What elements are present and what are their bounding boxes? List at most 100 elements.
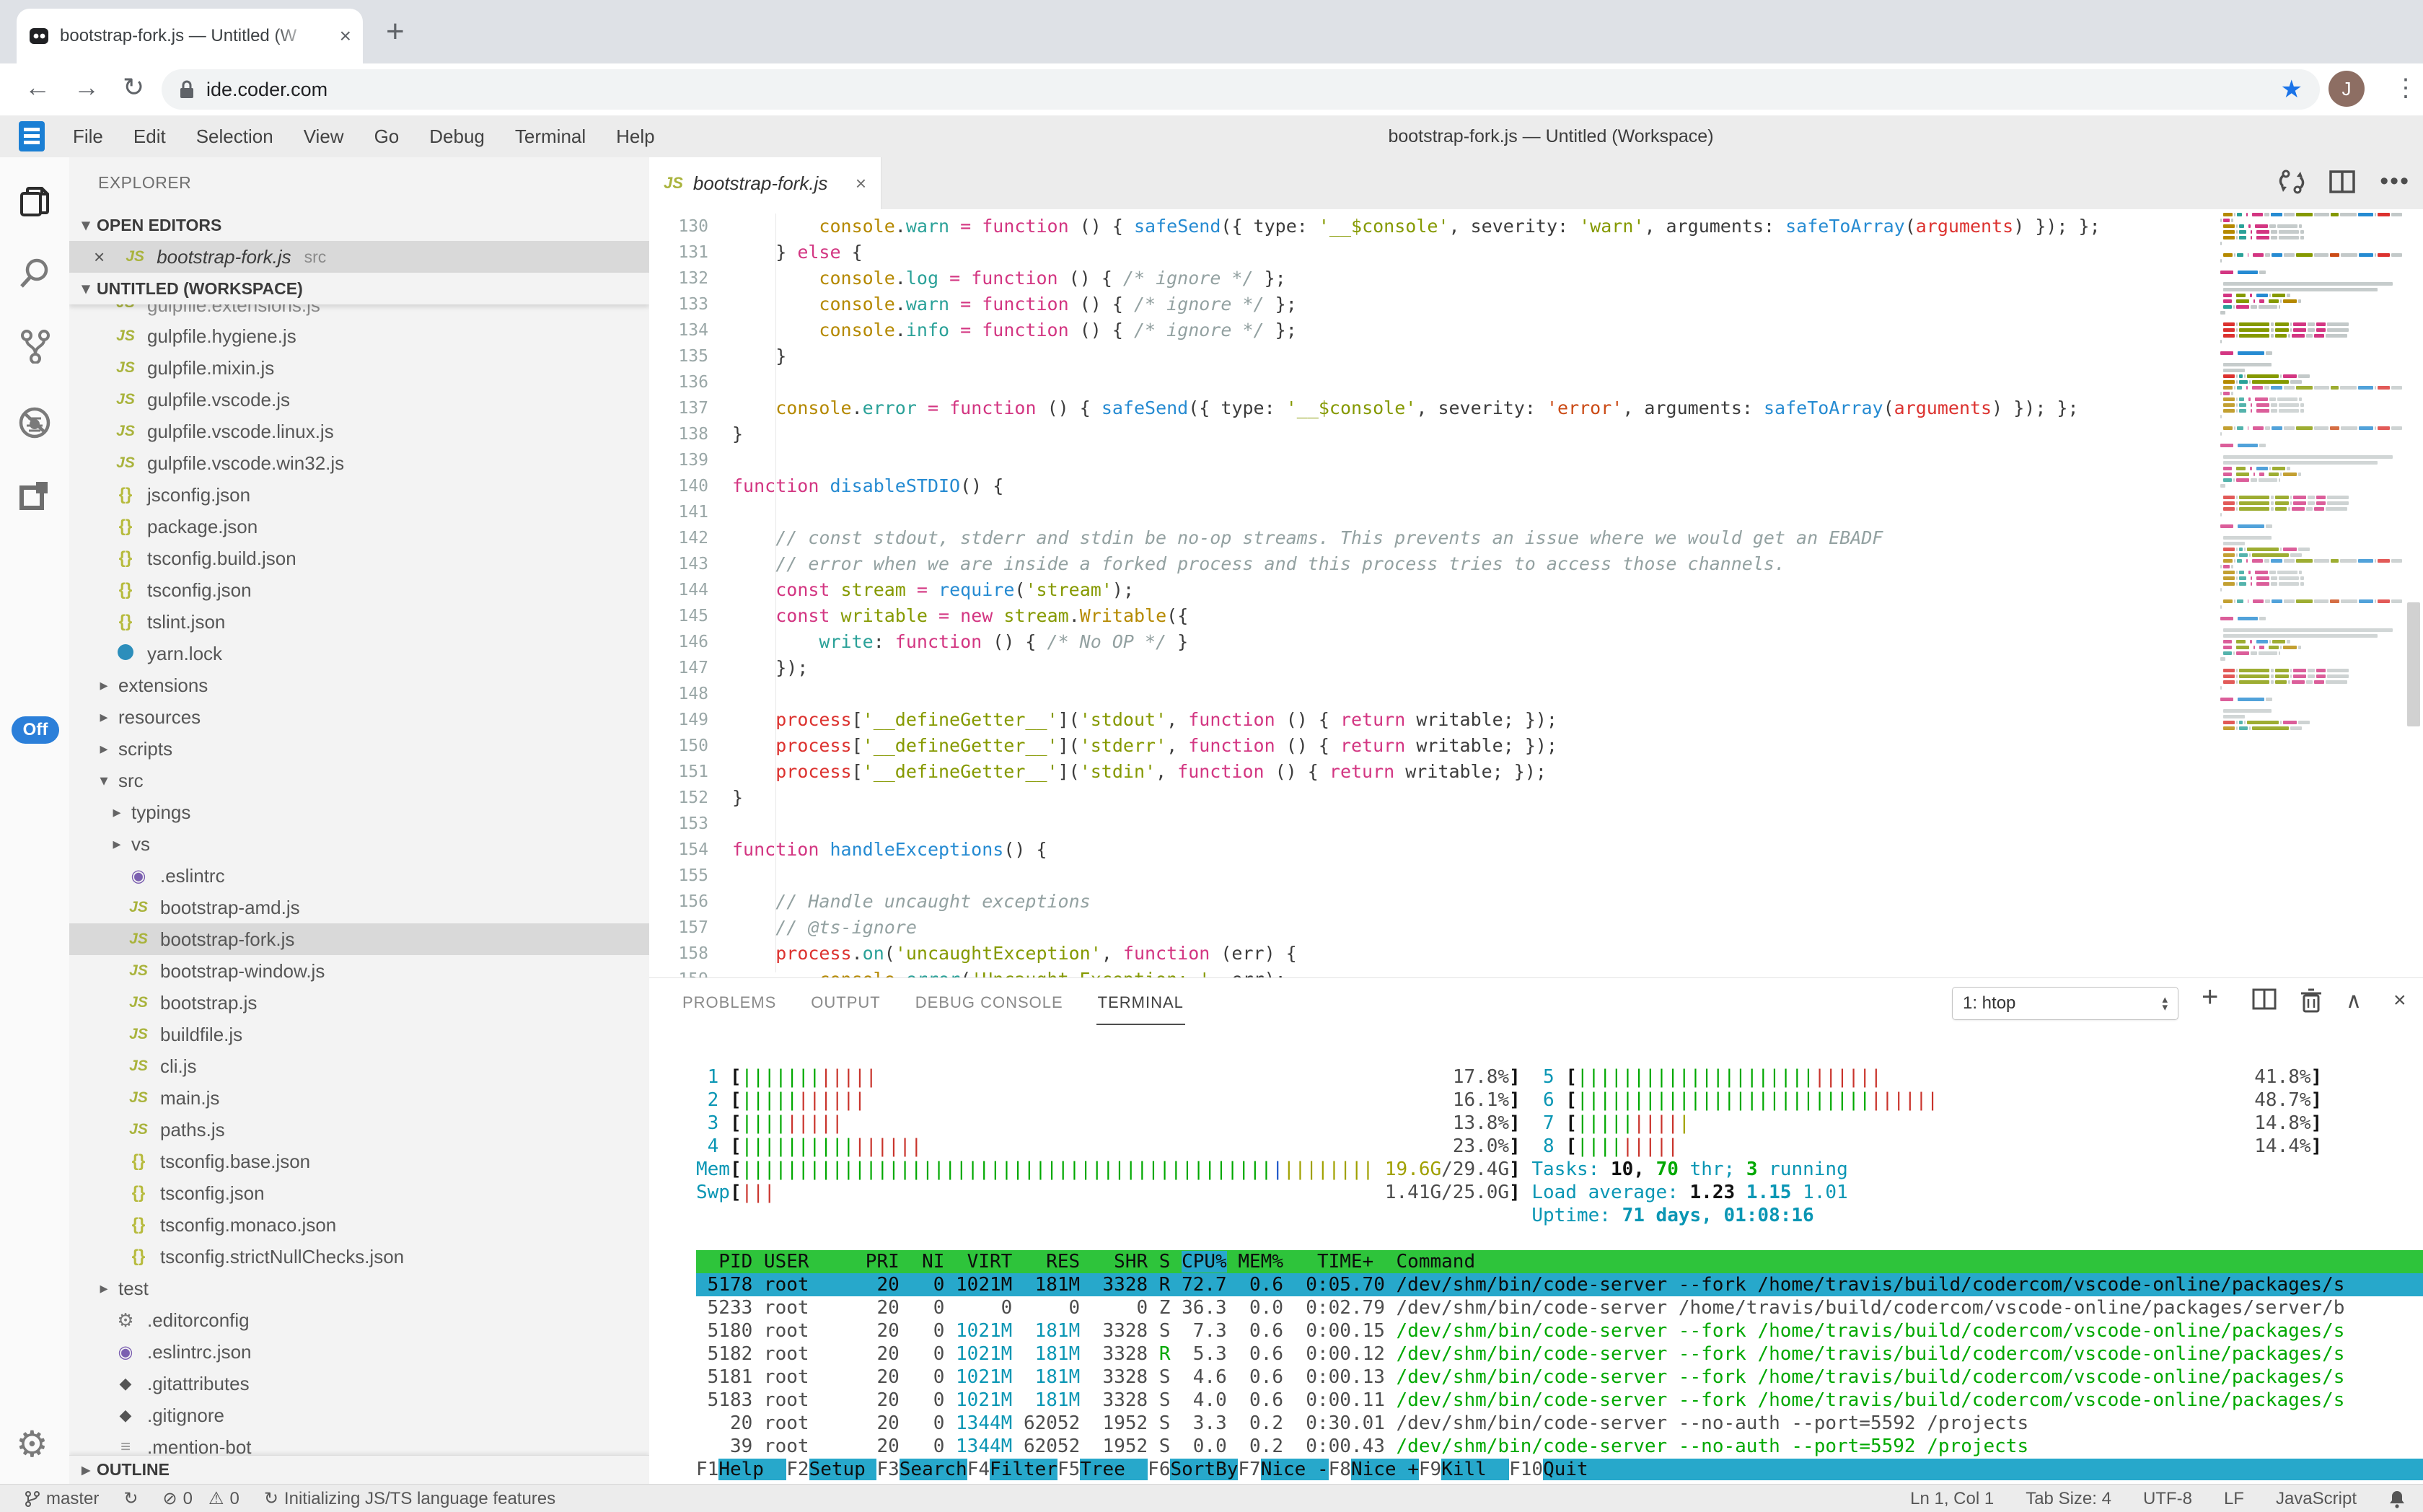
tree-item-gulpfile.mixin.js[interactable]: JSgulpfile.mixin.js bbox=[69, 352, 649, 384]
outline-section[interactable]: ▸ OUTLINE bbox=[69, 1455, 649, 1484]
status-lf[interactable]: LF bbox=[2224, 1489, 2244, 1509]
tree-item-tsconfig.monaco.json[interactable]: {}tsconfig.monaco.json bbox=[69, 1209, 649, 1241]
tree-item-typings[interactable]: ▸typings bbox=[69, 796, 649, 828]
tree-item-tsconfig.build.json[interactable]: {}tsconfig.build.json bbox=[69, 542, 649, 574]
maximize-panel-icon[interactable]: ∧ bbox=[2346, 988, 2362, 1014]
open-editor-item[interactable]: × JS bootstrap-fork.js src bbox=[69, 241, 649, 273]
new-terminal-icon[interactable]: + bbox=[2202, 981, 2218, 1014]
new-tab-button[interactable]: + bbox=[386, 16, 405, 48]
browser-avatar[interactable]: J bbox=[2329, 71, 2365, 107]
tree-item-bootstrap-window.js[interactable]: JSbootstrap-window.js bbox=[69, 955, 649, 987]
problems-item[interactable]: ⊘0 ⚠0 bbox=[162, 1488, 239, 1509]
workspace-header[interactable]: ▾ UNTITLED (WORKSPACE) bbox=[69, 273, 649, 304]
tree-item-gulpfile.vscode.linux.js[interactable]: JSgulpfile.vscode.linux.js bbox=[69, 416, 649, 447]
tree-item-.eslintrc.json[interactable]: ◉.eslintrc.json bbox=[69, 1336, 649, 1368]
settings-gear-icon[interactable]: ⚙ bbox=[16, 1423, 48, 1465]
status-utf-8[interactable]: UTF-8 bbox=[2143, 1489, 2192, 1509]
app-logo-icon[interactable] bbox=[19, 121, 45, 151]
menu-help[interactable]: Help bbox=[601, 126, 669, 148]
tree-item-tsconfig.strictNullChecks.json[interactable]: {}tsconfig.strictNullChecks.json bbox=[69, 1241, 649, 1273]
panel-tab-terminal[interactable]: TERMINAL bbox=[1096, 982, 1185, 1025]
tree-item-scripts[interactable]: ▸scripts bbox=[69, 733, 649, 765]
status-javascript[interactable]: JavaScript bbox=[2276, 1489, 2357, 1509]
git-branch-item[interactable]: master bbox=[25, 1489, 99, 1509]
menu-file[interactable]: File bbox=[58, 126, 118, 148]
search-icon[interactable] bbox=[17, 255, 52, 290]
tree-item-label: buildfile.js bbox=[160, 1024, 242, 1046]
tree-item-main.js[interactable]: JSmain.js bbox=[69, 1082, 649, 1114]
tree-item-tslint.json[interactable]: {}tslint.json bbox=[69, 606, 649, 638]
close-panel-icon[interactable]: × bbox=[2393, 988, 2406, 1013]
tree-item-bootstrap-fork.js[interactable]: JSbootstrap-fork.js bbox=[69, 923, 649, 955]
close-icon[interactable]: × bbox=[856, 172, 866, 195]
tree-item-bootstrap.js[interactable]: JSbootstrap.js bbox=[69, 987, 649, 1019]
tree-item-paths.js[interactable]: JSpaths.js bbox=[69, 1114, 649, 1146]
tree-item-bootstrap-amd.js[interactable]: JSbootstrap-amd.js bbox=[69, 892, 649, 923]
tree-item-buildfile.js[interactable]: JSbuildfile.js bbox=[69, 1019, 649, 1050]
code-editor[interactable]: 130 console.warn = function () { safeSen… bbox=[649, 209, 2423, 977]
tree-item-tsconfig.json[interactable]: {}tsconfig.json bbox=[69, 1177, 649, 1209]
menu-go[interactable]: Go bbox=[359, 126, 415, 148]
chevron-down-icon: ▾ bbox=[94, 771, 114, 790]
tree-item-package.json[interactable]: {}package.json bbox=[69, 511, 649, 542]
status-tab-size-4[interactable]: Tab Size: 4 bbox=[2026, 1489, 2111, 1509]
kill-terminal-icon[interactable] bbox=[2300, 988, 2323, 1013]
editor-scrollbar[interactable] bbox=[2407, 602, 2420, 726]
tree-item-gulpfile.hygiene.js[interactable]: JSgulpfile.hygiene.js bbox=[69, 320, 649, 352]
tree-item-.gitattributes[interactable]: ◆.gitattributes bbox=[69, 1368, 649, 1399]
terminal[interactable]: 1 [|||||||||||| 17.8%] 5 [||||||||||||||… bbox=[696, 1065, 2423, 1484]
tree-item-vs[interactable]: ▸vs bbox=[69, 828, 649, 860]
tree-item-yarn.lock[interactable]: yarn.lock bbox=[69, 638, 649, 669]
tree-item-gulpfile.extensions.js[interactable]: JSgulpfile.extensions.js bbox=[69, 304, 649, 320]
back-icon[interactable]: ← bbox=[25, 72, 50, 102]
bell-icon[interactable] bbox=[2388, 1490, 2406, 1508]
open-changes-icon[interactable] bbox=[2279, 169, 2305, 195]
menu-view[interactable]: View bbox=[289, 126, 359, 148]
bottom-panel: PROBLEMS OUTPUT DEBUG CONSOLE TERMINAL 1: h… bbox=[649, 977, 2423, 1485]
reload-icon[interactable]: ↻ bbox=[123, 72, 144, 102]
language-status-item[interactable]: ↻ Initializing JS/TS language features bbox=[264, 1488, 555, 1509]
panel-tab-debug-console[interactable]: DEBUG CONSOLE bbox=[914, 982, 1065, 1025]
collaboration-off-badge[interactable]: Off bbox=[12, 716, 59, 744]
tree-item-tsconfig.json[interactable]: {}tsconfig.json bbox=[69, 574, 649, 606]
split-editor-icon[interactable] bbox=[2329, 170, 2355, 193]
status-ln-1-col-1[interactable]: Ln 1, Col 1 bbox=[1910, 1489, 1994, 1509]
extensions-icon[interactable] bbox=[17, 478, 52, 512]
menu-debug[interactable]: Debug bbox=[414, 126, 500, 148]
tree-item-extensions[interactable]: ▸extensions bbox=[69, 669, 649, 701]
forward-icon[interactable]: → bbox=[74, 72, 100, 102]
address-bar[interactable]: ide.coder.com ★ bbox=[162, 69, 2320, 110]
browser-tab[interactable]: bootstrap-fork.js — Untitled (W × bbox=[17, 9, 363, 63]
tree-item-tsconfig.base.json[interactable]: {}tsconfig.base.json bbox=[69, 1146, 649, 1177]
source-control-icon[interactable] bbox=[17, 329, 52, 364]
menu-edit[interactable]: Edit bbox=[118, 126, 181, 148]
open-editors-header[interactable]: ▾ OPEN EDITORS bbox=[69, 209, 649, 241]
tree-item-.eslintrc[interactable]: ◉.eslintrc bbox=[69, 860, 649, 892]
tree-item-.editorconfig[interactable]: ⚙.editorconfig bbox=[69, 1304, 649, 1336]
tab-close-icon[interactable]: × bbox=[340, 25, 351, 48]
tree-item-jsconfig.json[interactable]: {}jsconfig.json bbox=[69, 479, 649, 511]
bookmark-star-icon[interactable]: ★ bbox=[2281, 75, 2303, 104]
menu-terminal[interactable]: Terminal bbox=[500, 126, 601, 148]
menu-selection[interactable]: Selection bbox=[181, 126, 289, 148]
tree-item-src[interactable]: ▾src bbox=[69, 765, 649, 796]
tree-item-gulpfile.vscode.win32.js[interactable]: JSgulpfile.vscode.win32.js bbox=[69, 447, 649, 479]
tree-item-.gitignore[interactable]: ◆.gitignore bbox=[69, 1399, 649, 1431]
editor-tab-active[interactable]: JS bootstrap-fork.js × bbox=[649, 157, 881, 209]
browser-menu-icon[interactable]: ⋮ bbox=[2393, 74, 2418, 102]
tree-item-.mention-bot[interactable]: ≡.mention-bot bbox=[69, 1431, 649, 1456]
panel-tab-problems[interactable]: PROBLEMS bbox=[681, 982, 778, 1025]
split-terminal-icon[interactable] bbox=[2252, 988, 2277, 1010]
tree-item-gulpfile.vscode.js[interactable]: JSgulpfile.vscode.js bbox=[69, 384, 649, 416]
tree-item-cli.js[interactable]: JScli.js bbox=[69, 1050, 649, 1082]
tree-item-resources[interactable]: ▸resources bbox=[69, 701, 649, 733]
panel-tab-output[interactable]: OUTPUT bbox=[809, 982, 881, 1025]
terminal-select[interactable]: 1: htop ▴▾ bbox=[1952, 987, 2178, 1020]
tree-item-test[interactable]: ▸test bbox=[69, 1273, 649, 1304]
close-icon[interactable]: × bbox=[94, 246, 105, 268]
sync-item[interactable]: ↻ bbox=[123, 1488, 138, 1509]
explorer-icon[interactable] bbox=[17, 185, 52, 219]
more-actions-icon[interactable]: ••• bbox=[2380, 167, 2410, 195]
debug-disabled-icon[interactable] bbox=[17, 405, 52, 440]
minimap[interactable] bbox=[2220, 213, 2402, 732]
